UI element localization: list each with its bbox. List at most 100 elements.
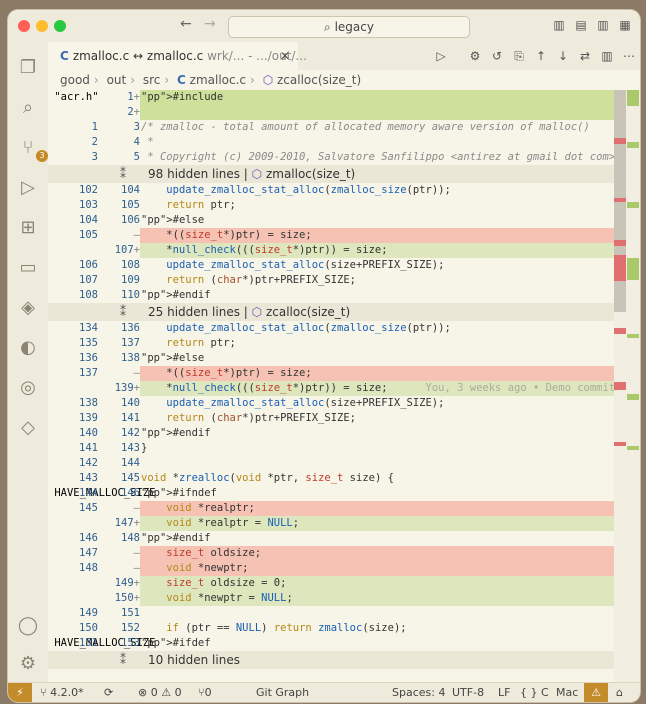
gear-icon[interactable]: ⚙	[468, 49, 482, 63]
remote-indicator[interactable]: ⚡	[8, 683, 32, 702]
modified-line-number: 109	[121, 274, 140, 286]
hidden-lines-fold[interactable]: ⁑ 10 hidden lines	[48, 651, 614, 669]
warning-icon[interactable]: ⚠	[584, 683, 608, 702]
diff-line: 144 146 "pp">#ifndef HAVE_MALLOC_SIZE	[48, 486, 614, 501]
back-arrow-icon[interactable]: ←	[180, 16, 192, 32]
timeline-icon[interactable]: ◎	[16, 376, 40, 400]
split-editor-icon[interactable]: ▥	[600, 49, 614, 63]
modified-line-number: —	[133, 229, 140, 241]
modified-line-number: 136	[121, 322, 140, 334]
breadcrumb-src[interactable]: src	[143, 73, 161, 87]
modified-line-number: 152	[121, 622, 140, 634]
previous-change-icon[interactable]: ↑	[534, 49, 548, 63]
original-line-number: 136	[79, 352, 98, 364]
line-code: "pp">#endif	[141, 532, 211, 544]
hidden-lines-fold[interactable]: ⁑ 25 hidden lines | ⬡ zcalloc(size_t)	[48, 303, 614, 321]
fold-symbol: zmalloc(size_t)	[265, 167, 356, 181]
modified-line-number: 108	[121, 259, 140, 271]
diff-line: 3 5 * Copyright (c) 2009-2010, Salvatore …	[48, 150, 614, 165]
line-code: *((size_t*)ptr) = size;	[140, 366, 614, 381]
branch-indicator[interactable]: ⑂ 4.2.0*	[40, 683, 84, 702]
docker-icon[interactable]: ◈	[16, 296, 40, 320]
unfold-icon[interactable]: ⁑	[120, 303, 126, 321]
hidden-lines-fold[interactable]: ⁑ 98 hidden lines | ⬡ zmalloc(size_t)	[48, 165, 614, 183]
diff-line: 105 — *((size_t*)ptr) = size;	[48, 228, 614, 243]
open-file-icon[interactable]: ⎘	[512, 49, 526, 63]
c-file-icon: C	[60, 49, 69, 63]
zoom-window-button[interactable]	[54, 20, 66, 32]
search-icon[interactable]: ⌕	[16, 96, 40, 120]
toggle-secondary-sidebar-icon[interactable]: ▥	[596, 18, 610, 32]
problems-indicator[interactable]: ⊗ 0 ⚠ 0	[138, 683, 182, 702]
account-icon[interactable]: ◯	[16, 614, 40, 638]
diff-line: 106 108 update_zmalloc_stat_alloc(size+PR…	[48, 258, 614, 273]
customize-layout-icon[interactable]: ▦	[618, 18, 632, 32]
diff-line: 137 — *((size_t*)ptr) = size;	[48, 366, 614, 381]
command-center-search[interactable]: ⌕ legacy	[228, 16, 470, 38]
original-line-number: 145	[79, 502, 98, 514]
original-line-number: 143	[79, 472, 98, 484]
indentation-indicator[interactable]: Spaces: 4	[392, 683, 445, 702]
run-icon[interactable]: ▷	[434, 49, 448, 63]
line-code: *((size_t*)ptr) = size;	[140, 228, 614, 243]
close-window-button[interactable]	[18, 20, 30, 32]
tab-zmalloc-diff[interactable]: Czmalloc.c ↔ zmalloc.c wrk/... - .../out…	[48, 42, 307, 70]
encoding-indicator[interactable]: UTF-8	[452, 683, 484, 702]
explorer-icon[interactable]: ❐	[16, 56, 40, 80]
line-code: void *realptr = NULL;	[140, 516, 614, 531]
overview-ruler[interactable]	[614, 90, 640, 682]
extensions-icon[interactable]: ⊞	[16, 216, 40, 240]
breadcrumb-out[interactable]: out	[107, 73, 127, 87]
diff-editor[interactable]: 1+ "pp">#include "acr.h" 2+ 1 3/* zmalloc - …	[48, 90, 614, 682]
breadcrumb-symbol[interactable]: zcalloc(size_t)	[277, 73, 361, 87]
modified-line-number: 146	[121, 487, 140, 499]
modified-line-number: 148	[121, 532, 140, 544]
diff-line: 147+ void *realptr = NULL;	[48, 516, 614, 531]
git-graph-button[interactable]: Git Graph	[256, 683, 309, 702]
line-code: return (char*)ptr+PREFIX_SIZE;	[166, 274, 356, 286]
close-tab-icon[interactable]: ✕	[280, 42, 290, 70]
run-debug-icon[interactable]: ▷	[16, 176, 40, 200]
minimize-window-button[interactable]	[36, 20, 48, 32]
eol-indicator[interactable]: LF	[498, 683, 510, 702]
modified-line-number: 144	[121, 457, 140, 469]
remote-explorer-icon[interactable]: ▭	[16, 256, 40, 280]
toggle-panel-icon[interactable]: ▤	[574, 18, 588, 32]
vscode-window: ← → ⌕ legacy ▥ ▤ ▥ ▦ ❐ ⌕ ⑂ 3 ▷ ⊞ ▭ ◈ ◐ ◎ …	[8, 10, 640, 702]
toggle-sidebar-icon[interactable]: ▥	[552, 18, 566, 32]
forward-arrow-icon[interactable]: →	[204, 16, 216, 32]
gitlab-icon[interactable]: ◇	[16, 416, 40, 440]
diff-line: 135 137 return ptr;	[48, 336, 614, 351]
original-line-number: 106	[79, 259, 98, 271]
original-line-number: 2	[91, 136, 98, 148]
unfold-icon[interactable]: ⁑	[120, 651, 126, 669]
modified-line-number: 105	[121, 199, 140, 211]
swap-icon[interactable]: ⇄	[578, 49, 592, 63]
more-actions-icon[interactable]: ⋯	[622, 49, 636, 63]
unfold-icon[interactable]: ⁑	[120, 165, 126, 183]
notifications-icon[interactable]: ⌂	[616, 683, 623, 702]
tab-arrow: ↔	[133, 49, 144, 63]
diff-line: 150+ void *newptr = NULL;	[48, 591, 614, 606]
ports-indicator[interactable]: ⑂0	[198, 683, 212, 702]
next-change-icon[interactable]: ↓	[556, 49, 570, 63]
settings-gear-icon[interactable]: ⚙	[16, 652, 40, 676]
original-line-number: 105	[79, 229, 98, 241]
breadcrumb-good[interactable]: good	[60, 73, 90, 87]
line-code: void *realptr;	[140, 501, 614, 516]
language-indicator[interactable]: { } C	[520, 683, 549, 702]
scm-badge: 3	[36, 150, 48, 162]
line-code: *	[141, 136, 154, 148]
diff-line: 141 143}	[48, 441, 614, 456]
platform-indicator[interactable]: Mac	[556, 683, 578, 702]
original-line-number: 141	[79, 442, 98, 454]
history-icon[interactable]: ↺	[490, 49, 504, 63]
source-control-icon[interactable]: ⑂ 3	[16, 136, 48, 162]
symbol-method-icon: ⬡	[262, 73, 274, 87]
sync-icon[interactable]: ⟳	[104, 683, 113, 702]
git-icon[interactable]: ◐	[16, 336, 40, 360]
diff-line: 142 144	[48, 456, 614, 471]
breadcrumb-file[interactable]: zmalloc.c	[190, 73, 246, 87]
line-code: /* zmalloc - total amount of allocated m…	[141, 121, 590, 133]
